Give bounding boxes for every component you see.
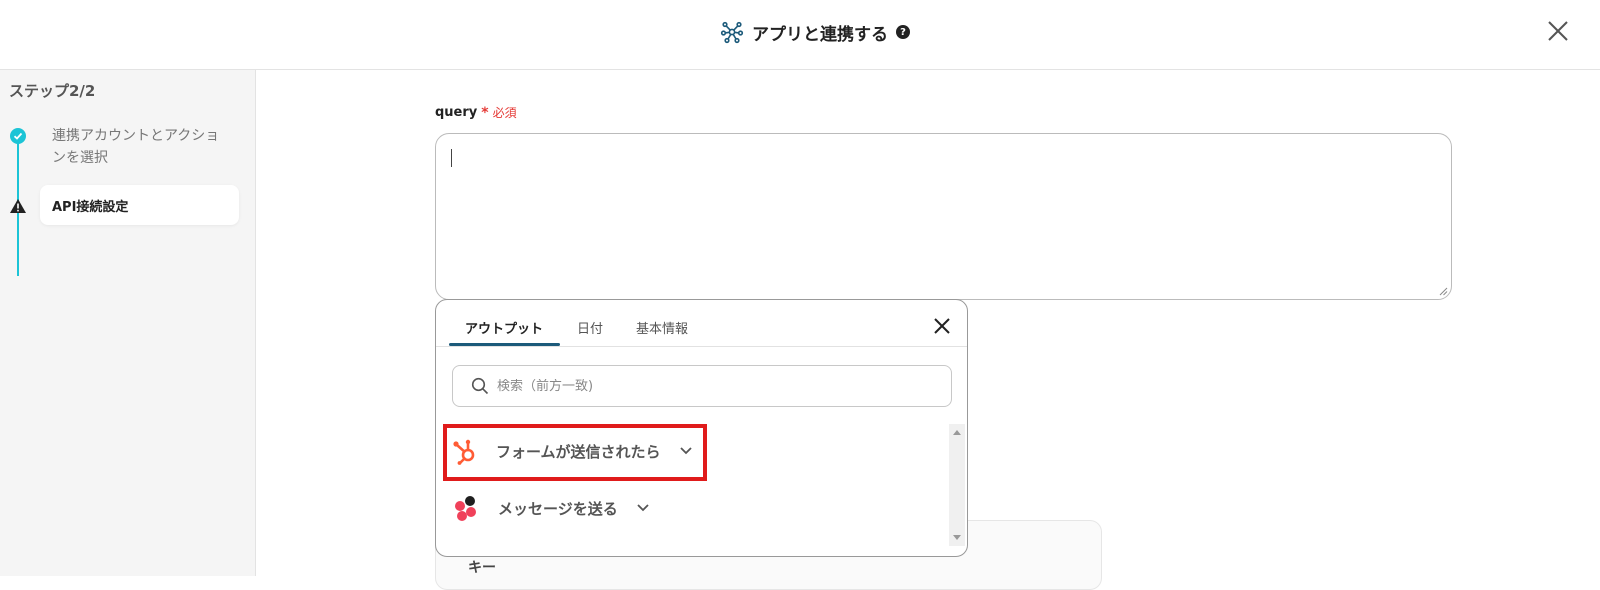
list-scrollbar[interactable]	[949, 424, 965, 546]
step-heading: ステップ2/2	[9, 82, 96, 100]
check-icon	[10, 128, 26, 144]
popup-close-icon[interactable]	[933, 317, 951, 335]
page-title: アプリと連携する	[752, 24, 888, 45]
chevron-down-icon	[637, 504, 649, 512]
required-text: 必須	[492, 106, 517, 120]
scroll-down-arrow-icon[interactable]	[953, 535, 961, 540]
asana-icon	[455, 496, 476, 521]
active-tab-indicator	[449, 343, 560, 346]
step-1-label[interactable]: 連携アカウントとアクションを選択	[52, 125, 232, 169]
search-icon	[471, 377, 489, 395]
search-field[interactable]	[452, 365, 952, 407]
step-2-card[interactable]: API接続設定	[40, 185, 239, 225]
list-item-send-message[interactable]: メッセージを送る	[452, 486, 650, 530]
query-label-text: query	[435, 105, 478, 120]
tab-basic-info[interactable]: 基本情報	[636, 318, 688, 337]
required-star: *	[481, 104, 489, 121]
step-2-label: API接続設定	[52, 199, 129, 215]
search-input[interactable]	[497, 378, 917, 394]
network-hub-icon	[720, 21, 744, 44]
query-textarea[interactable]	[435, 133, 1452, 300]
modal-header: アプリと連携する ?	[0, 0, 1600, 70]
resize-grip-icon[interactable]	[1439, 287, 1448, 296]
query-field-label: query * 必須	[435, 104, 517, 121]
header-title-group: アプリと連携する ?	[720, 18, 910, 46]
popup-tabs: アウトプット 日付 基本情報	[436, 300, 967, 347]
variable-picker-popup: アウトプット 日付 基本情報 検索（前方一致) フォームが送信されたら メッセー…	[435, 299, 968, 557]
text-caret	[451, 149, 452, 167]
warning-icon	[10, 199, 26, 213]
key-label: キー	[468, 560, 496, 576]
help-icon[interactable]: ?	[896, 25, 910, 39]
list-item-label: メッセージを送る	[498, 499, 618, 518]
close-icon[interactable]	[1545, 18, 1571, 44]
tab-output[interactable]: アウトプット	[465, 318, 543, 337]
step-sidebar: ステップ2/2 連携アカウントとアクションを選択 API接続設定	[0, 70, 256, 576]
highlight-box	[443, 424, 707, 481]
scroll-up-arrow-icon[interactable]	[953, 430, 961, 435]
tab-date[interactable]: 日付	[577, 318, 603, 337]
